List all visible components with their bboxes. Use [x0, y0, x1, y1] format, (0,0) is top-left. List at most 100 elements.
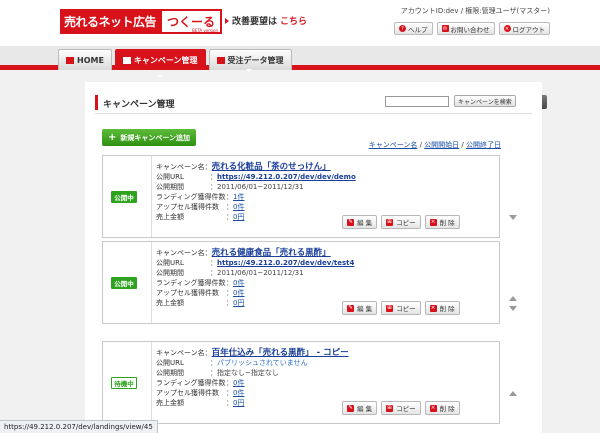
copy-icon: ⊞ [386, 218, 394, 226]
colon: ： [210, 369, 217, 377]
landing-count-link[interactable]: 0件 [233, 379, 244, 387]
sort-by-start-link[interactable]: 公開開始日 [424, 141, 459, 149]
account-info: アカウントID:dev / 権限:管理ユーザ(マスター) [400, 7, 550, 15]
edit-button-label: 編 集 [357, 219, 373, 227]
landing-count-link[interactable]: 0件 [233, 279, 244, 287]
pencil-icon: ✎ [347, 304, 354, 312]
sales-amount-link[interactable]: 0円 [233, 213, 244, 221]
card-actions: ✎ 編 集 ⊞ コピー × 削 除 [342, 401, 460, 415]
move-down-icon[interactable] [509, 306, 517, 311]
landing-row: ランディング獲得件数：0件 [156, 278, 486, 288]
question-icon: ? [399, 25, 406, 32]
status-badge: 公開中 [111, 191, 137, 203]
landing-label: ランディング獲得件数 [156, 379, 226, 387]
upsell-label: アップセル獲得件数 [156, 289, 219, 297]
upsell-row: アップセル獲得件数 ：0件 [156, 388, 486, 398]
move-up-icon[interactable] [509, 296, 517, 301]
close-icon: × [429, 404, 437, 412]
upsell-count-link[interactable]: 0件 [233, 389, 244, 397]
copy-button-label: コピー [396, 219, 416, 227]
url-row: 公開URL ：パブリッシュされていません [156, 358, 486, 368]
campaign-name-link[interactable]: 売れる化粧品「茶のせっけん」 [212, 162, 331, 172]
close-icon: × [429, 304, 437, 312]
tab-order-data[interactable]: 受注データ管理 [208, 49, 292, 70]
public-url-link[interactable]: https://49.212.0.207/dev/dev/test4 [217, 259, 354, 267]
help-button[interactable]: ? ヘルプ [394, 22, 433, 35]
pencil-icon: ✎ [347, 404, 354, 412]
feature-request: 改善要望は こちら [225, 14, 307, 27]
sales-amount-link[interactable]: 0円 [233, 399, 244, 407]
copy-button[interactable]: ⊞ コピー [381, 401, 421, 415]
landing-row: ランディング獲得件数：0件 [156, 378, 486, 388]
delete-button[interactable]: × 削 除 [424, 215, 460, 229]
copy-icon: ⊞ [386, 404, 394, 412]
plus-icon: + [108, 131, 117, 143]
url-row: 公開URL ：https://49.212.0.207/dev/dev/demo [156, 172, 486, 182]
app-logo[interactable]: 売れるネット広告 つくーる BETA version [60, 9, 223, 34]
sales-amount-link[interactable]: 0円 [233, 299, 244, 307]
delete-button[interactable]: × 削 除 [424, 401, 460, 415]
upsell-count-link[interactable]: 0件 [233, 289, 244, 297]
colon: ： [226, 389, 233, 397]
copy-button-label: コピー [396, 305, 416, 313]
campaign-name-link[interactable]: 売れる健康食品「売れる黒酢」 [212, 248, 331, 258]
logo-main-text: 売れるネット広告 [60, 9, 161, 34]
edit-button[interactable]: ✎ 編 集 [342, 301, 378, 315]
mail-icon: ✉ [441, 25, 449, 32]
delete-button-label: 削 除 [439, 305, 455, 313]
title-accent-bar [95, 95, 98, 110]
edit-button[interactable]: ✎ 編 集 [342, 401, 378, 415]
campaign-name-label: キャンペーン名： [156, 349, 212, 357]
period-value: 2011/06/01~2011/12/31 [217, 269, 304, 277]
status-column: 公開中 [103, 156, 152, 237]
feature-request-link[interactable]: こちら [280, 14, 307, 27]
edit-button[interactable]: ✎ 編 集 [342, 215, 378, 229]
add-campaign-button[interactable]: + 新規キャンペーン追加 [102, 129, 197, 146]
sales-label: 売上金額 [156, 299, 184, 307]
status-badge: 待機中 [111, 377, 137, 389]
landing-label: ランディング獲得件数 [156, 279, 226, 287]
colon: ： [210, 173, 217, 181]
tab-home[interactable]: HOME [58, 49, 112, 70]
landing-row: ランディング獲得件数：1件 [156, 192, 486, 202]
upsell-count-link[interactable]: 0件 [233, 203, 244, 211]
close-icon: × [503, 25, 511, 32]
delete-button[interactable]: × 削 除 [424, 301, 460, 315]
upsell-label: アップセル獲得件数 [156, 203, 219, 211]
colon: ： [210, 259, 217, 267]
edit-button-label: 編 集 [357, 405, 373, 413]
contact-button[interactable]: ✉ お問い合わせ [436, 22, 495, 35]
move-down-icon[interactable] [509, 215, 517, 220]
sort-by-name-link[interactable]: キャンペーン名 [369, 141, 418, 149]
landing-count-link[interactable]: 1件 [233, 193, 244, 201]
home-icon [66, 56, 74, 64]
copy-button[interactable]: ⊞ コピー [381, 215, 421, 229]
campaign-card: 公開中 キャンペーン名：売れる健康食品「売れる黒酢」 公開URL ：https:/… [102, 241, 517, 324]
colon: ： [226, 193, 233, 201]
colon: ： [226, 213, 233, 221]
period-row: 公開期間 ：2011/06/01~2011/12/31 [156, 268, 486, 278]
colon: ： [226, 289, 233, 297]
colon: ： [210, 269, 217, 277]
copy-button[interactable]: ⊞ コピー [381, 301, 421, 315]
logout-button[interactable]: × ログアウト [498, 22, 550, 35]
move-up-icon[interactable] [509, 391, 517, 396]
browser-status-bar: https://49.212.0.207/dev/landings/view/4… [0, 420, 158, 433]
public-url-link[interactable]: https://49.212.0.207/dev/dev/demo [217, 173, 356, 181]
campaign-search-button[interactable]: キャンペーンを検索 [454, 95, 516, 107]
tab-campaign[interactable]: キャンペーン管理 [114, 49, 206, 78]
status-badge: 公開中 [111, 277, 137, 289]
campaign-card: 待機中 キャンペーン名：百年仕込み「売れる黒酢」 - コピー 公開URL ：パブリ… [102, 341, 517, 424]
url-row: 公開URL ：https://49.212.0.207/dev/dev/test4 [156, 258, 486, 268]
period-value: 2011/06/01~2011/12/31 [217, 183, 304, 191]
sort-by-end-link[interactable]: 公開終了日 [466, 141, 501, 149]
campaign-name-link[interactable]: 百年仕込み「売れる黒酢」 - コピー [212, 348, 349, 358]
feature-request-text: 改善要望は [232, 17, 278, 27]
sort-separator: / [459, 141, 466, 149]
tab-order-data-label: 受注データ管理 [227, 55, 284, 65]
url-label: 公開URL [156, 173, 184, 181]
main-content: キャンペーン管理 キャンペーンを検索 + 新規キャンペーン追加 キャンペーン名 … [85, 82, 542, 433]
colon: ： [210, 183, 217, 191]
campaign-search-input[interactable] [385, 96, 449, 107]
upsell-row: アップセル獲得件数 ：0件 [156, 288, 486, 298]
